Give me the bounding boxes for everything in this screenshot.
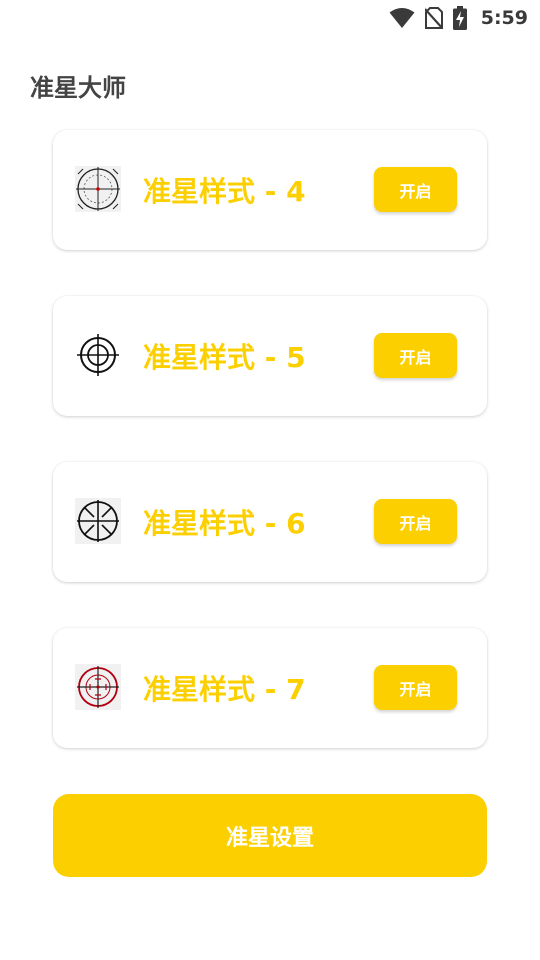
card-title: 准星样式 - 7 (143, 673, 306, 706)
status-time: 5:59 (480, 7, 528, 29)
enable-button[interactable]: 开启 (374, 665, 457, 710)
page-title: 准星大师 (30, 74, 126, 102)
crosshair-card-4: 准星样式 - 4 开启 (53, 130, 487, 250)
enable-button[interactable]: 开启 (374, 333, 457, 378)
no-sim-icon (424, 7, 443, 29)
enable-button[interactable]: 开启 (374, 499, 457, 544)
crosshair-settings-button[interactable]: 准星设置 (53, 794, 487, 877)
status-bar: 5:59 (0, 0, 540, 36)
crosshair-card-6: 准星样式 - 6 开启 (53, 462, 487, 582)
card-title: 准星样式 - 4 (143, 175, 306, 208)
crosshair-card-7: 准星样式 - 7 开启 (53, 628, 487, 748)
battery-charging-icon (452, 6, 467, 30)
crosshair-style-4-icon (75, 166, 121, 212)
crosshair-style-6-icon (75, 498, 121, 544)
enable-button[interactable]: 开启 (374, 167, 457, 212)
wifi-icon (389, 7, 415, 29)
crosshair-style-7-icon (75, 664, 121, 710)
crosshair-style-5-icon (75, 332, 121, 378)
card-title: 准星样式 - 6 (143, 507, 306, 540)
crosshair-card-5: 准星样式 - 5 开启 (53, 296, 487, 416)
card-title: 准星样式 - 5 (143, 341, 306, 374)
